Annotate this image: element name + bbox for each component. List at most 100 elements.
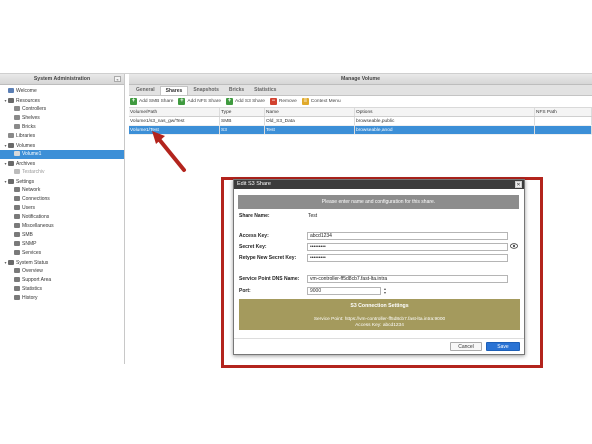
port-value: 9000 (310, 288, 322, 294)
tab-statistics[interactable]: Statistics (249, 86, 281, 95)
sidebar-item-label: Shelves (22, 115, 40, 121)
tree-node-icon (14, 250, 20, 256)
sidebar-item-smb[interactable]: SMB (0, 231, 124, 240)
tab-bar: General Shares Snapshots Bricks Statistics (129, 85, 592, 96)
remove-button[interactable]: − Remove (269, 98, 297, 105)
tree-node-icon (14, 106, 20, 112)
tab-shares[interactable]: Shares (159, 86, 189, 95)
save-button[interactable]: Save (486, 342, 520, 351)
sidebar-item-label: System Status (16, 260, 49, 266)
dialog-title: Edit S3 Share (237, 181, 271, 187)
sidebar-item-notifications[interactable]: Notifications (0, 213, 124, 222)
column-header-name[interactable]: Name (265, 108, 355, 116)
table-cell-type: SMB (220, 117, 265, 125)
retype-secret-key-label: Retype New Secret Key: (239, 255, 297, 261)
secret-key-label: Secret Key: (239, 244, 267, 250)
column-header-volume-path[interactable]: Volume/Path (129, 108, 220, 116)
sidebar-item-bricks[interactable]: Bricks (0, 123, 124, 132)
toolbar-button-label: Remove (278, 99, 297, 104)
tree-node-icon (8, 179, 14, 185)
sidebar-item-statistics[interactable]: Statistics (0, 285, 124, 294)
sidebar-item-network[interactable]: Network (0, 186, 124, 195)
column-header-nfs-path[interactable]: NFS Path (535, 108, 592, 116)
table-row[interactable]: Volume1/Test S3 Test browseable,anod (129, 126, 592, 135)
sidebar-item-label: Resources (16, 98, 40, 104)
sidebar-item-volumes[interactable]: ▾ Volumes (0, 141, 124, 150)
sidebar-item-users[interactable]: Users (0, 204, 124, 213)
context-menu-button[interactable]: ≡ Context Menu (301, 98, 341, 105)
secret-key-input[interactable]: ••••••••• (307, 243, 508, 251)
table-cell-options: browseable,public (355, 117, 535, 125)
sidebar-item-label: Connections (22, 196, 50, 202)
column-header-type[interactable]: Type (220, 108, 265, 116)
column-header-options[interactable]: Options (355, 108, 535, 116)
port-spinner[interactable]: 9000 ▲ ▼ (307, 287, 387, 295)
tree-node-icon (14, 205, 20, 211)
sidebar-item-label: Settings (16, 179, 35, 185)
sidebar-item-welcome[interactable]: Welcome (0, 87, 124, 96)
add-s3-share-button[interactable]: + Add S3 Share (226, 98, 265, 105)
sidebar-item-label: History (22, 295, 38, 301)
access-key-label: Access Key: (239, 233, 269, 239)
tree-node-icon (8, 133, 14, 139)
sidebar-item-support-area[interactable]: Support Area (0, 276, 124, 285)
sidebar-item-services[interactable]: Services (0, 249, 124, 258)
tree-node-icon (8, 260, 14, 266)
navigation-tree: Welcome ▾ Resources Controllers Shelves Brick… (0, 85, 124, 303)
retype-secret-key-input[interactable]: ••••••••• (307, 254, 508, 262)
sidebar-item-label: Volumes (16, 143, 36, 149)
sidebar-item-resources[interactable]: ▾ Resources (0, 96, 124, 105)
sidebar-item-history[interactable]: History (0, 294, 124, 303)
table-row[interactable]: Volume1/s3_nas_gw/Test SMB Old_S3_Data brow… (129, 117, 592, 126)
spinner-arrows-icon[interactable]: ▲ ▼ (382, 287, 388, 295)
show-password-eye-icon[interactable] (510, 243, 518, 251)
sidebar-item-connections[interactable]: Connections (0, 195, 124, 204)
tab-bricks[interactable]: Bricks (224, 86, 249, 95)
dialog-footer-divider (234, 338, 524, 339)
sidebar-item-snmp[interactable]: SNMP (0, 240, 124, 249)
tab-general[interactable]: General (131, 86, 160, 95)
tree-node-icon (8, 98, 14, 104)
sidebar-item-controllers[interactable]: Controllers (0, 105, 124, 114)
dns-name-input[interactable]: vm-controller-ff5d8cb7.fast-lta.intra (307, 275, 508, 283)
sidebar-item-label: Libraries (16, 133, 36, 139)
sidebar-item-testarchiv[interactable]: Testarchiv (0, 168, 124, 177)
share-name-value: Test (308, 213, 318, 219)
sidebar-item-overview[interactable]: Overview (0, 267, 124, 276)
sidebar-item-shelves[interactable]: Shelves (0, 114, 124, 123)
add-nfs-share-button[interactable]: + Add NFS Share (178, 98, 221, 105)
sidebar-item-label: Volume1 (22, 151, 42, 157)
table-cell-name: Old_S3_Data (265, 117, 355, 125)
tab-snapshots[interactable]: Snapshots (188, 86, 224, 95)
add-icon: + (130, 98, 137, 105)
sidebar-item-label: Network (22, 187, 41, 193)
s3-connection-settings-box: S3 Connection Settings Service Point: ht… (239, 299, 520, 330)
cancel-button[interactable]: Cancel (450, 342, 482, 351)
dns-name-label: Service Point DNS Name: (239, 276, 300, 282)
add-smb-share-button[interactable]: + Add SMB Share (130, 98, 173, 105)
sidebar-item-settings[interactable]: ▾ Settings (0, 177, 124, 186)
sidebar-item-libraries[interactable]: Libraries (0, 132, 124, 141)
collapse-panel-button[interactable]: « (114, 76, 121, 82)
access-key-input[interactable]: abcd1234 (307, 232, 508, 240)
table-cell-path: Volume1/s3_nas_gw/Test (129, 117, 220, 125)
right-panel-header: Manage Volume (129, 74, 592, 85)
dialog-title-bar: Edit S3 Share ✕ (234, 180, 524, 189)
close-icon[interactable]: ✕ (515, 181, 522, 188)
sidebar-item-miscellaneous[interactable]: Miscellaneous (0, 222, 124, 231)
sidebar-item-volume1[interactable]: Volume1 (0, 150, 124, 159)
toolbar-button-label: Add S3 Share (235, 99, 265, 104)
tree-node-icon (14, 187, 20, 193)
tree-node-icon (14, 214, 20, 220)
sidebar-item-archives[interactable]: ▾ Archives (0, 159, 124, 168)
sidebar-item-label: Archives (16, 161, 36, 167)
toolbar-button-label: Add SMB Share (139, 99, 174, 104)
sidebar-item-label: Overview (22, 268, 43, 274)
s3-settings-title: S3 Connection Settings (350, 303, 409, 309)
tree-node-icon (8, 143, 14, 149)
sidebar-item-system-status[interactable]: ▾ System Status (0, 258, 124, 267)
remove-icon: − (269, 98, 277, 105)
sidebar-item-label: Users (22, 205, 36, 211)
left-panel: System Administration « Welcome ▾ Resource… (0, 74, 125, 364)
table-cell-type: S3 (220, 126, 265, 134)
